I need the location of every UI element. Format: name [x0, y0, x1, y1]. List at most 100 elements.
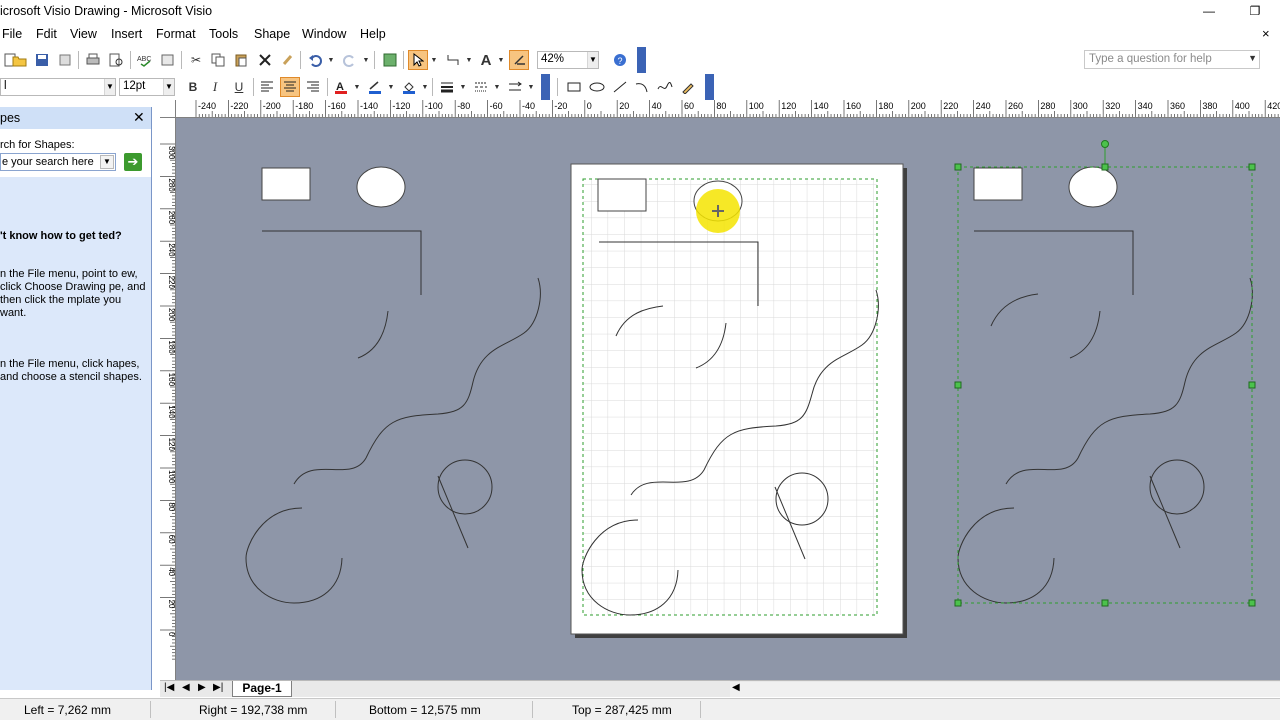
elbow-line-shape[interactable] — [262, 230, 422, 295]
drawing-canvas[interactable] — [176, 118, 1280, 680]
chevron-down-icon[interactable]: ▼ — [587, 52, 598, 68]
line-shape[interactable] — [1149, 475, 1181, 549]
help-icon[interactable]: ? — [610, 50, 630, 70]
elbow-line-shape[interactable] — [974, 230, 1134, 295]
rotation-handle[interactable] — [1101, 140, 1109, 148]
line-color-icon[interactable] — [365, 77, 385, 97]
line-ends-dropdown[interactable]: ▼ — [527, 77, 535, 97]
drawing-page[interactable] — [570, 163, 907, 638]
circle-shape[interactable] — [1149, 459, 1205, 515]
rectangle-tool-icon[interactable] — [564, 77, 584, 97]
save-icon[interactable] — [32, 50, 52, 70]
copy-icon[interactable] — [208, 50, 228, 70]
ellipse-tool-icon[interactable] — [587, 77, 607, 97]
previous-page-icon[interactable]: ◀ — [182, 682, 190, 693]
scroll-left-icon[interactable]: ◀ — [732, 682, 740, 693]
selection-handles[interactable] — [954, 163, 1256, 607]
connector-tool-dropdown[interactable]: ▼ — [465, 50, 473, 70]
arc-tool-icon[interactable] — [632, 77, 652, 97]
line-pattern-dropdown[interactable]: ▼ — [493, 77, 501, 97]
line-pattern-icon[interactable] — [471, 77, 491, 97]
tab-page-1[interactable]: Page-1 — [232, 681, 292, 697]
toolbar-grip[interactable] — [705, 74, 714, 100]
menu-edit[interactable]: Fdit — [36, 27, 57, 41]
menu-file[interactable]: File — [2, 27, 22, 41]
align-left-icon[interactable] — [257, 77, 277, 97]
close-icon[interactable]: ✕ — [133, 109, 145, 126]
line-ends-icon[interactable] — [505, 77, 525, 97]
help-question-input[interactable]: Type a question for help ▼ — [1084, 50, 1260, 69]
font-size-select[interactable]: 12pt ▼ — [119, 78, 175, 96]
vertical-ruler[interactable]: 300 280 260 240 220 200 180 160 140 120 100 80 60 40 2… — [160, 118, 176, 680]
print-preview-icon[interactable] — [106, 50, 126, 70]
horizontal-scrollbar[interactable]: ◀ — [730, 682, 1280, 697]
document-close-button[interactable]: × — [1262, 26, 1270, 41]
last-page-icon[interactable]: ▶| — [213, 682, 223, 693]
search-shapes-input[interactable]: e your search here — [0, 153, 116, 171]
text-color-dropdown[interactable]: ▼ — [353, 77, 361, 97]
chevron-down-icon[interactable]: ▼ — [100, 155, 114, 169]
arc-shape[interactable] — [990, 293, 1039, 327]
format-painter-icon[interactable] — [278, 50, 298, 70]
menu-view[interactable]: View — [70, 27, 97, 41]
align-right-icon[interactable] — [303, 77, 323, 97]
ellipse-shape[interactable] — [356, 166, 406, 208]
undo-icon[interactable] — [305, 50, 325, 70]
cut-icon[interactable]: ✂ — [186, 50, 206, 70]
ruler-corner[interactable] — [160, 100, 176, 118]
permission-icon[interactable] — [55, 50, 75, 70]
italic-button[interactable]: I — [205, 77, 225, 97]
pointer-tool-icon[interactable] — [408, 50, 428, 70]
chevron-down-icon[interactable]: ▼ — [1248, 53, 1257, 63]
underline-button[interactable]: U — [229, 77, 249, 97]
text-color-icon[interactable]: A — [331, 77, 351, 97]
fill-color-icon[interactable] — [399, 77, 419, 97]
redo-dropdown[interactable]: ▼ — [362, 50, 370, 70]
zoom-select[interactable]: 42% ▼ — [537, 51, 599, 69]
left-shape-group[interactable] — [245, 166, 541, 604]
first-page-icon[interactable]: |◀ — [164, 682, 174, 693]
text-tool-icon[interactable]: A — [476, 50, 496, 70]
line-color-dropdown[interactable]: ▼ — [387, 77, 395, 97]
open-icon[interactable] — [10, 50, 30, 70]
freeform-curve-shape[interactable] — [1005, 277, 1253, 485]
menu-format[interactable]: Format — [156, 27, 196, 41]
menu-shape[interactable]: Shape — [254, 27, 290, 41]
spelling-icon[interactable]: ABC — [135, 50, 155, 70]
stamp-tool-icon[interactable] — [509, 50, 529, 70]
connector-tool-icon[interactable] — [443, 50, 463, 70]
horizontal-ruler[interactable]: -240 -220 -200 -180 -160 -140 -120 -100 -80 -60 -4… — [176, 100, 1280, 118]
menu-help[interactable]: Help — [360, 27, 386, 41]
drawing-canvas-svg[interactable] — [176, 118, 1280, 680]
font-name-select[interactable]: l ▼ — [0, 78, 116, 96]
line-weight-dropdown[interactable]: ▼ — [459, 77, 467, 97]
undo-dropdown[interactable]: ▼ — [327, 50, 335, 70]
delete-icon[interactable] — [255, 50, 275, 70]
fill-color-dropdown[interactable]: ▼ — [421, 77, 429, 97]
pointer-tool-dropdown[interactable]: ▼ — [430, 50, 438, 70]
rectangle-shape[interactable] — [261, 167, 311, 201]
search-go-button[interactable]: ➔ — [124, 153, 142, 171]
restore-button[interactable]: ❐ — [1232, 0, 1278, 24]
bold-button[interactable]: B — [183, 77, 203, 97]
line-tool-icon[interactable] — [610, 77, 630, 97]
line-weight-icon[interactable] — [437, 77, 457, 97]
freeform-curve-shape[interactable] — [293, 277, 541, 485]
arc-shape[interactable] — [357, 310, 389, 359]
menu-insert[interactable]: Insert — [111, 27, 142, 41]
print-icon[interactable] — [83, 50, 103, 70]
line-shape[interactable] — [437, 475, 469, 549]
freeform-tool-icon[interactable] — [655, 77, 675, 97]
rectangle-shape[interactable] — [973, 167, 1023, 201]
menu-tools[interactable]: Tools — [209, 27, 238, 41]
rectangle-shape[interactable] — [597, 178, 647, 212]
large-arc-shape[interactable] — [245, 507, 343, 604]
ellipse-shape[interactable] — [1068, 166, 1118, 208]
pencil-tool-icon[interactable] — [678, 77, 698, 97]
align-center-icon[interactable] — [280, 77, 300, 97]
selected-shape-group[interactable] — [954, 140, 1256, 607]
paste-icon[interactable] — [231, 50, 251, 70]
next-page-icon[interactable]: ▶ — [198, 682, 206, 693]
redo-icon[interactable] — [340, 50, 360, 70]
chevron-down-icon[interactable]: ▼ — [104, 79, 115, 95]
